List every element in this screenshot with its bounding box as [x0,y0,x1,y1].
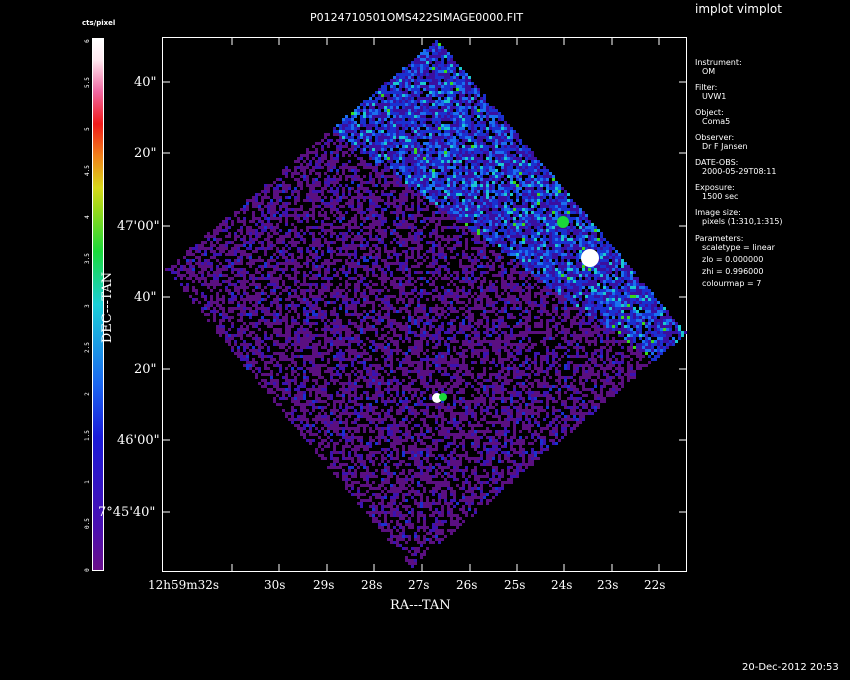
param-zhi: zhi = 0.996000 [702,267,764,276]
x-tick-label: 23s [597,578,619,592]
colorbar-title: cts/pixel [82,19,116,27]
colorbar-tick-label: 2.5 [84,341,91,353]
colorbar-tick-label: 0 [84,568,91,572]
instrument-value: OM [702,67,716,76]
x-tick-label: 30s [264,578,286,592]
object-value: Coma5 [702,117,731,126]
observer-value: Dr F Jansen [702,142,748,151]
bright-source [557,216,569,228]
x-tick-label: 22s [644,578,666,592]
y-tick-label: 47'00" [117,219,160,234]
colorbar-tick-label: 6 [84,39,91,43]
x-tick-label: 24s [551,578,573,592]
param-colourmap: colourmap = 7 [702,279,762,288]
exposure-value: 1500 sec [702,192,739,201]
x-axis-label: RA---TAN [390,598,451,613]
filter-label: Filter: [695,83,718,92]
colorbar-tick-label: 5.5 [84,77,91,89]
info-panel: Instrument: OM Filter: UVW1 Object: Coma… [695,58,783,291]
x-tick-label: 26s [456,578,478,592]
observer-label: Observer: [695,133,735,142]
exposure-label: Exposure: [695,183,735,192]
image-size-label: Image size: [695,208,741,217]
x-tick-label: 28s [361,578,383,592]
colorbar-tick-label: 2 [84,391,91,396]
y-axis-label: DEC---TAN [100,271,116,344]
colorbar-tick-label: 4.5 [84,165,91,177]
y-tick-label: 46'00" [117,433,160,448]
date-obs-label: DATE-OBS: [695,158,739,167]
object-label: Object: [695,108,724,117]
colorbar-tick-label: 3.5 [84,253,91,265]
colorbar-tick-label: 1 [84,480,91,484]
colorbar-tick-label: 4 [84,215,91,220]
app-title: implot vimplot [695,2,782,16]
x-tick-label: 25s [504,578,526,592]
y-tick-label: 40" [134,290,157,305]
y-tick-label: 20" [134,362,157,377]
filter-value: UVW1 [702,92,727,101]
timestamp: 20-Dec-2012 20:53 [742,662,839,673]
colorbar-tick-label: 1.5 [84,429,91,441]
y-tick-label: 7°45'40" [98,505,156,520]
colorbar-tick-label: 0.5 [84,518,91,529]
x-tick-label: 27s [408,578,430,592]
bright-source [581,249,599,267]
instrument-label: Instrument: [695,58,742,67]
param-zlo: zlo = 0.000000 [702,255,764,264]
colorbar-tick-label: 3 [84,303,91,308]
x-tick-label: 29s [313,578,335,592]
param-scaletype: scaletype = linear [702,243,775,252]
y-tick-label: 40" [134,75,157,90]
date-obs-value: 2000-05-29T08:11 [702,167,777,176]
y-tick-label: 20" [134,146,157,161]
bright-source [439,393,447,401]
plot-title: P0124710501OMS422SIMAGE0000.FIT [310,11,524,24]
sky-image [162,37,687,572]
parameters-label: Parameters: [695,234,744,243]
colorbar-tick-label: 5 [84,127,91,131]
x-tick-label: 12h59m32s [148,578,220,592]
image-size-value: pixels (1:310,1:315) [702,217,783,226]
